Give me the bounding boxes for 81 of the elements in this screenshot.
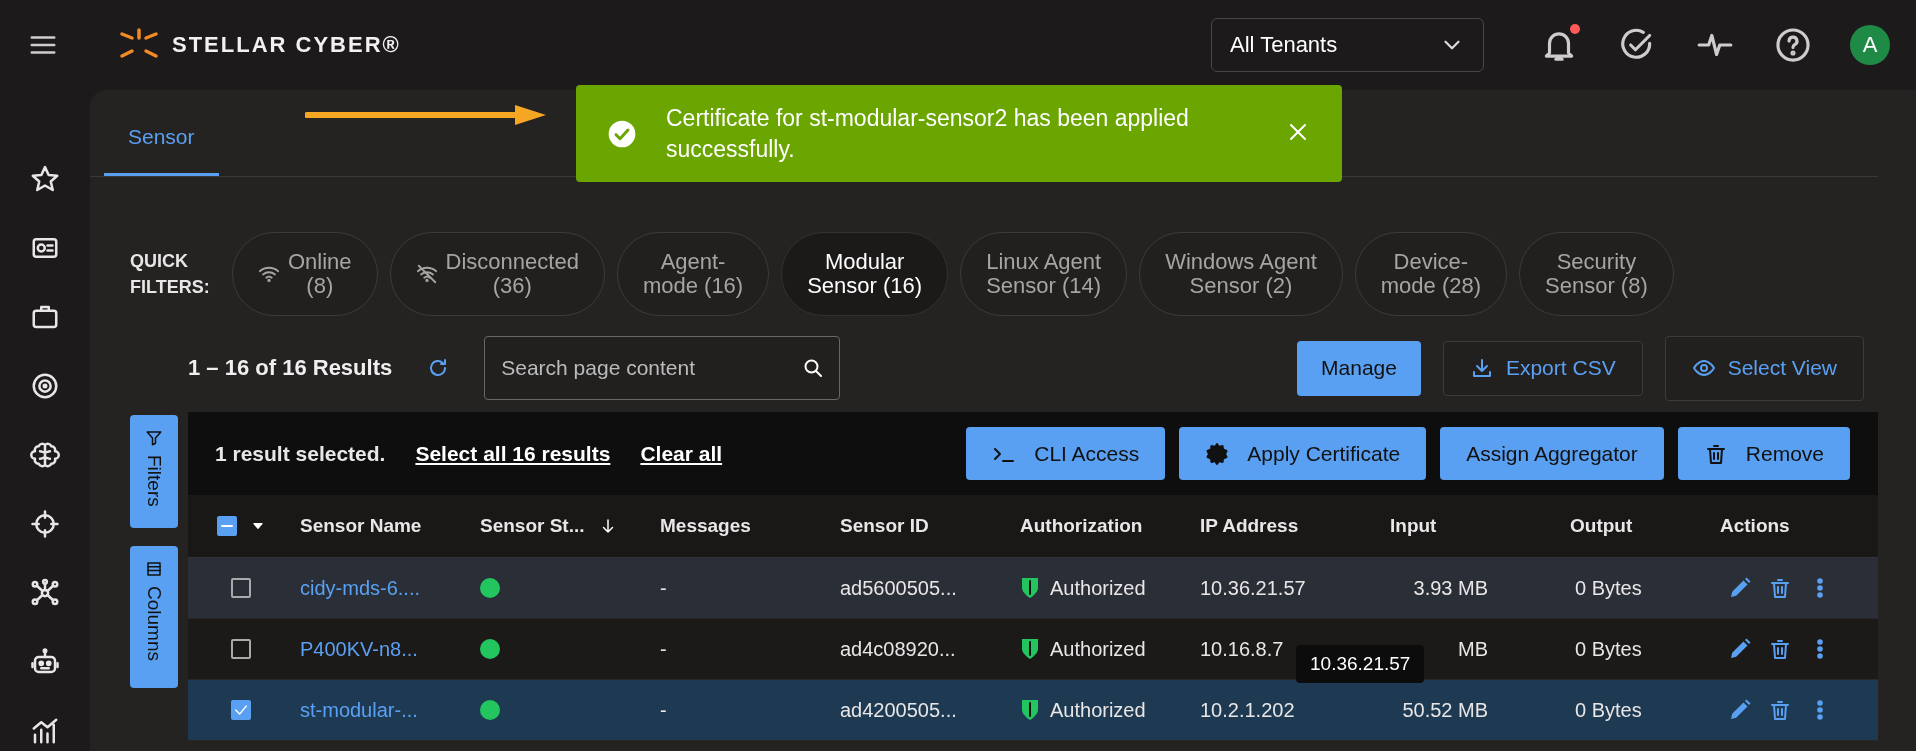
target-icon[interactable] (30, 371, 60, 401)
link[interactable]: Clear all (640, 441, 723, 466)
column-header[interactable]: Authorization (1000, 495, 1180, 558)
authorization-text: Authorized (1050, 576, 1146, 600)
funnel-icon (145, 429, 163, 447)
filter-chip[interactable]: Windows Agent Sensor (2) (1139, 232, 1343, 316)
export-button[interactable]: Export CSV (1442, 340, 1643, 396)
column-header[interactable]: IP Address (1180, 495, 1370, 558)
filter-chip[interactable]: Agent- mode (16) (616, 232, 770, 316)
authorization-text: Authorized (1050, 637, 1146, 661)
toast-message: Certificate for st-modular-sensor2 has been applied successfully. (666, 103, 1190, 164)
tab[interactable]: Sensor (104, 125, 219, 176)
table-cell: 10.2.1.202 (1180, 680, 1370, 741)
quick-filters-label: QUICK FILTERS: (130, 250, 211, 299)
tooltip: 10.36.21.57 (1296, 645, 1425, 683)
table-cell: 0 Bytes (1550, 619, 1700, 680)
column-header[interactable]: Input (1370, 495, 1550, 558)
action-button[interactable]: Apply Certificate (1179, 427, 1427, 480)
logo-text: STELLAR CYBER® (172, 32, 401, 58)
table-cell: ad4c08920... (820, 619, 1000, 680)
action-button[interactable]: Assign Aggregator (1440, 427, 1664, 480)
columns-tab[interactable]: Columns (130, 546, 178, 688)
filter-chip[interactable]: Disconnected (36) (389, 232, 605, 316)
column-header[interactable]: Sensor ID (820, 495, 1000, 558)
trash-icon[interactable] (1768, 637, 1792, 661)
wifi-off-icon (415, 263, 438, 285)
user-avatar[interactable]: A (1850, 25, 1890, 65)
edit-icon[interactable] (1728, 637, 1752, 661)
table-cell: 3.93 MB (1370, 558, 1550, 619)
table-cell: - (640, 680, 820, 741)
column-header[interactable]: Sensor Name (280, 495, 460, 558)
authorization-text: Authorized (1050, 698, 1146, 722)
table-cell: 50.52 MB (1370, 680, 1550, 741)
filter-chip[interactable]: Device- mode (28) (1354, 232, 1508, 316)
shield-icon (1020, 698, 1040, 722)
network-icon[interactable] (30, 578, 60, 608)
select-view-button[interactable]: Select View (1664, 335, 1864, 401)
table-cell: ad4200505... (820, 680, 1000, 741)
action-button[interactable]: Remove (1677, 427, 1850, 480)
column-header[interactable]: Actions (1700, 495, 1878, 558)
check-icon (233, 702, 249, 718)
table-cell: - (640, 558, 820, 619)
table-cell: - (640, 619, 820, 680)
edit-icon[interactable] (1728, 576, 1752, 600)
row-checkbox[interactable] (231, 639, 251, 659)
filter-chip[interactable]: Linux Agent Sensor (14) (960, 232, 1128, 316)
shield-icon (1020, 637, 1040, 661)
selection-count: 1 result selected. (215, 441, 386, 466)
row-checkbox[interactable] (231, 578, 251, 598)
table-cell: ad5600505... (820, 558, 1000, 619)
chart-icon[interactable] (30, 716, 60, 746)
table-cell: 0 Bytes (1550, 558, 1700, 619)
trash-icon[interactable] (1768, 698, 1792, 722)
link[interactable]: Select all 16 results (415, 441, 611, 466)
results-count: 1 – 16 of 16 Results (188, 355, 393, 381)
column-header[interactable]: Output (1550, 495, 1700, 558)
table-icon (145, 560, 163, 578)
minus-icon (221, 525, 233, 527)
filter-chip[interactable]: Modular Sensor (16) (781, 232, 949, 316)
edit-icon[interactable] (1728, 698, 1752, 722)
action-button[interactable]: CLI Access (966, 427, 1166, 480)
star-icon[interactable] (30, 164, 60, 194)
table-cell: 10.36.21.57 (1180, 558, 1370, 619)
table-cell: 0 Bytes (1550, 680, 1700, 741)
select-all-checkbox[interactable] (217, 516, 237, 536)
search-field[interactable]: Search page content (484, 336, 841, 400)
filter-chip[interactable]: Security Sensor (8) (1519, 232, 1674, 316)
trash-icon[interactable] (1768, 576, 1792, 600)
help-icon[interactable] (1774, 26, 1812, 64)
search-input[interactable]: Search page content (499, 355, 802, 381)
brain-icon[interactable] (30, 440, 60, 470)
column-header[interactable]: Sensor St... (460, 495, 640, 558)
row-checkbox[interactable] (231, 700, 251, 720)
filter-chip[interactable]: Online (8) (232, 232, 378, 316)
manage-button[interactable]: Manage (1297, 340, 1421, 396)
column-header[interactable]: Messages (640, 495, 820, 558)
badge-icon (1205, 441, 1230, 466)
crosshair-icon[interactable] (30, 509, 60, 539)
shield-icon (1020, 576, 1040, 600)
tenant-select[interactable]: All Tenants (1211, 18, 1484, 72)
filters-tab[interactable]: Filters (130, 415, 178, 528)
